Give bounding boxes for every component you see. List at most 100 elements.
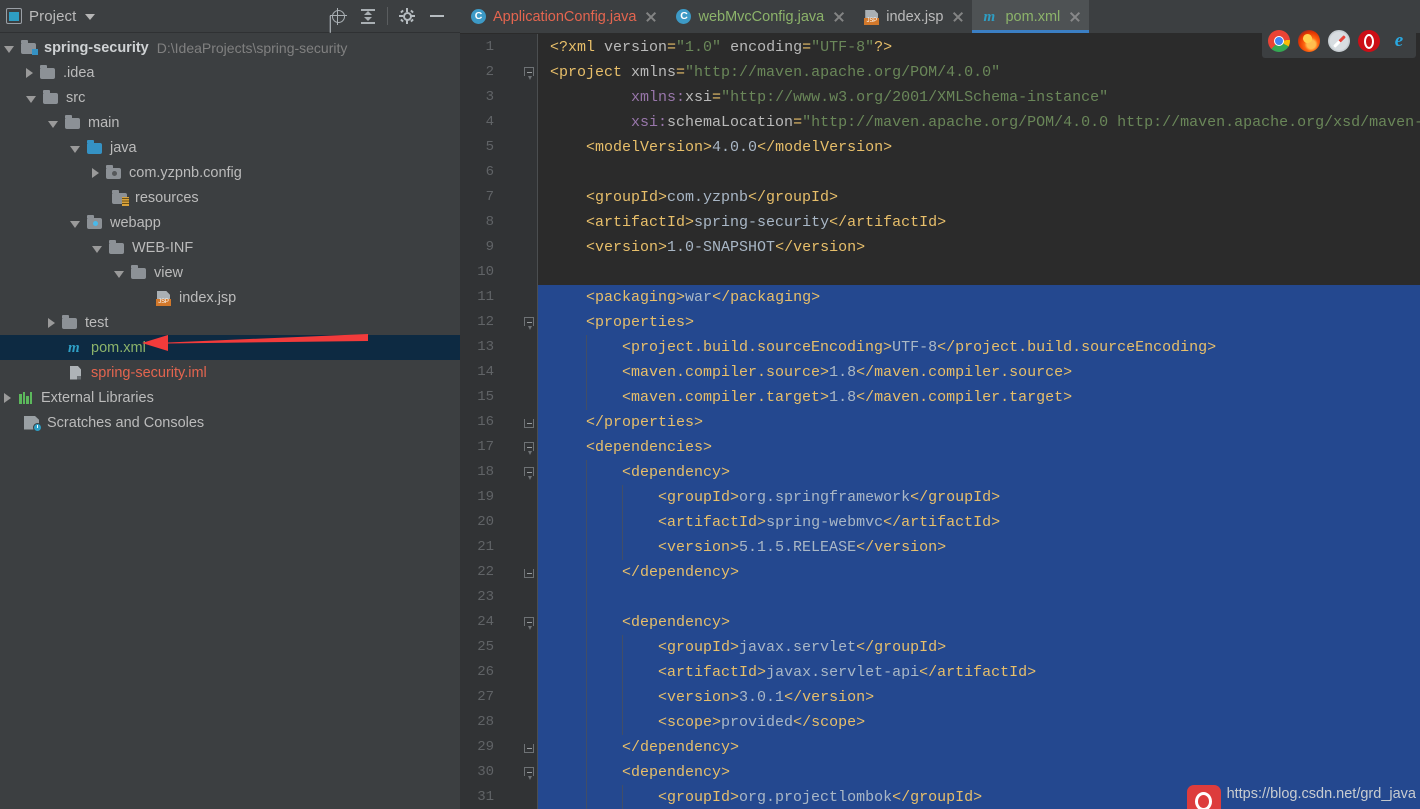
code-line[interactable]: <version>5.1.5.RELEASE</version> xyxy=(538,535,1420,560)
code-line[interactable]: </dependency> xyxy=(538,735,1420,760)
code-line[interactable]: <version>3.0.1</version> xyxy=(538,685,1420,710)
code-line[interactable]: <project xmlns="http://maven.apache.org/… xyxy=(538,60,1420,85)
tree-item-index-jsp[interactable]: JSP index.jsp xyxy=(0,285,460,310)
fold-end-icon[interactable] xyxy=(524,419,534,428)
tree-toggle-expanded-icon[interactable] xyxy=(26,95,36,103)
gutter-line: 12 xyxy=(460,310,538,335)
fold-collapse-icon[interactable] xyxy=(524,467,534,480)
locate-in-tree-button[interactable] xyxy=(323,2,353,30)
code-line[interactable]: <artifactId>spring-security</artifactId> xyxy=(538,210,1420,235)
chevron-down-icon[interactable] xyxy=(85,14,96,20)
code-line[interactable]: <artifactId>javax.servlet-api</artifactI… xyxy=(538,660,1420,685)
safari-icon[interactable] xyxy=(1328,30,1350,52)
fold-collapse-icon[interactable] xyxy=(524,67,534,80)
internet-explorer-icon[interactable]: e xyxy=(1388,30,1410,52)
tree-item-src[interactable]: src xyxy=(0,85,460,110)
code-token-tagname: </groupId> xyxy=(892,789,983,806)
close-icon[interactable] xyxy=(833,11,845,23)
tree-item-java[interactable]: java xyxy=(0,135,460,160)
fold-end-icon[interactable] xyxy=(524,569,534,578)
tree-item-scratches-and-consoles[interactable]: Scratches and Consoles xyxy=(0,410,460,435)
tree-item-test[interactable]: test xyxy=(0,310,460,335)
tree-toggle-collapsed-icon[interactable] xyxy=(92,167,99,178)
code-line[interactable]: </dependency> xyxy=(538,560,1420,585)
code-editor[interactable]: 1 2 3 4 5 6 7 8 9 10 11 12 13 14 15 16 17 18 19 20 21 22 23 24 2… xyxy=(460,34,1420,809)
tree-toggle-collapsed-icon[interactable] xyxy=(48,317,55,328)
tree-item-view[interactable]: view xyxy=(0,260,460,285)
fold-collapse-icon[interactable] xyxy=(524,617,534,630)
tree-item-spring-security-iml[interactable]: spring-security.iml xyxy=(0,360,460,385)
tree-toggle-expanded-icon[interactable] xyxy=(114,270,124,278)
code-line[interactable] xyxy=(538,585,1420,610)
close-icon[interactable] xyxy=(1069,11,1081,23)
code-line[interactable] xyxy=(538,160,1420,185)
close-icon[interactable] xyxy=(952,11,964,23)
firefox-icon[interactable] xyxy=(1298,30,1320,52)
collapse-all-button[interactable] xyxy=(353,2,383,30)
code-line[interactable]: <packaging>war</packaging> xyxy=(538,285,1420,310)
fold-collapse-icon[interactable] xyxy=(524,317,534,330)
code-content[interactable]: <?xml version="1.0" encoding="UTF-8"?> <p… xyxy=(538,34,1420,809)
code-line[interactable]: <dependency> xyxy=(538,760,1420,785)
indent-guide xyxy=(586,710,587,735)
tree-item-external-libraries[interactable]: External Libraries xyxy=(0,385,460,410)
code-line[interactable]: <maven.compiler.source>1.8</maven.compil… xyxy=(538,360,1420,385)
code-line[interactable]: <groupId>javax.servlet</groupId> xyxy=(538,635,1420,660)
fold-end-icon[interactable] xyxy=(524,744,534,753)
code-line[interactable]: <project.build.sourceEncoding>UTF-8</pro… xyxy=(538,335,1420,360)
gutter-line: 2 xyxy=(460,60,538,85)
code-line[interactable] xyxy=(538,260,1420,285)
indent-guide xyxy=(586,560,587,585)
code-token-tagname: <modelVersion> xyxy=(586,139,713,156)
project-tree[interactable]: spring-security D:\IdeaProjects\spring-se… xyxy=(0,33,460,809)
tree-item-com-yzpnb-config[interactable]: com.yzpnb.config xyxy=(0,160,460,185)
editor-tab-applicationconfig-java[interactable]: C ApplicationConfig.java xyxy=(460,0,665,33)
tree-toggle-expanded-icon[interactable] xyxy=(70,220,80,228)
opera-icon[interactable] xyxy=(1358,30,1380,52)
code-line[interactable]: <version>1.0-SNAPSHOT</version> xyxy=(538,235,1420,260)
code-token-tagname: <groupId> xyxy=(658,639,740,656)
tree-item-webapp[interactable]: webapp xyxy=(0,210,460,235)
tree-item-pom-xml[interactable]: m pom.xml xyxy=(0,335,460,360)
webapp-folder-icon xyxy=(86,215,104,231)
code-line[interactable]: </properties> xyxy=(538,410,1420,435)
code-line[interactable]: <scope>provided</scope> xyxy=(538,710,1420,735)
tree-item-idea[interactable]: .idea xyxy=(0,60,460,85)
tree-item-main[interactable]: main xyxy=(0,110,460,135)
tree-item-label: test xyxy=(85,314,109,331)
tree-toggle-expanded-icon[interactable] xyxy=(4,45,14,53)
tree-toggle-expanded-icon[interactable] xyxy=(70,145,80,153)
code-line[interactable]: <dependency> xyxy=(538,610,1420,635)
settings-button[interactable] xyxy=(392,2,422,30)
code-token-tagname: <groupId> xyxy=(586,189,668,206)
code-line[interactable]: <groupId>com.yzpnb</groupId> xyxy=(538,185,1420,210)
gutter-line: 16 xyxy=(460,410,538,435)
tree-item-spring-security[interactable]: spring-security D:\IdeaProjects\spring-se… xyxy=(0,35,460,60)
code-line[interactable]: xmlns:xsi="http://www.w3.org/2001/XMLSch… xyxy=(538,85,1420,110)
fold-collapse-icon[interactable] xyxy=(524,442,534,455)
editor-tab-webmvcconfig-java[interactable]: CwebMvcConfig.java xyxy=(665,0,853,33)
fold-collapse-icon[interactable] xyxy=(524,767,534,780)
editor-tab-pom-xml[interactable]: m pom.xml xyxy=(972,0,1090,33)
tree-item-web-inf[interactable]: WEB-INF xyxy=(0,235,460,260)
tree-toggle-collapsed-icon[interactable] xyxy=(4,392,11,403)
code-line[interactable]: <maven.compiler.target>1.8</maven.compil… xyxy=(538,385,1420,410)
line-number: 25 xyxy=(477,639,494,655)
code-line[interactable]: <dependency> xyxy=(538,460,1420,485)
code-line[interactable]: <groupId>org.springframework</groupId> xyxy=(538,485,1420,510)
tree-toggle-expanded-icon[interactable] xyxy=(48,120,58,128)
code-line[interactable]: <modelVersion>4.0.0</modelVersion> xyxy=(538,135,1420,160)
code-line[interactable]: <artifactId>spring-webmvc</artifactId> xyxy=(538,510,1420,535)
tree-item-resources[interactable]: resources xyxy=(0,185,460,210)
code-line[interactable]: xsi:schemaLocation="http://maven.apache.… xyxy=(538,110,1420,135)
close-icon[interactable] xyxy=(645,11,657,23)
tree-toggle-expanded-icon[interactable] xyxy=(92,245,102,253)
editor-tab-index-jsp[interactable]: JSP index.jsp xyxy=(853,0,972,33)
chrome-icon[interactable] xyxy=(1268,30,1290,52)
tree-toggle-collapsed-icon[interactable] xyxy=(26,67,33,78)
code-line[interactable]: <properties> xyxy=(538,310,1420,335)
line-number-gutter[interactable]: 1 2 3 4 5 6 7 8 9 10 11 12 13 14 15 16 17 18 19 20 21 22 23 24 2… xyxy=(460,34,538,809)
code-line[interactable]: <dependencies> xyxy=(538,435,1420,460)
hide-panel-button[interactable] xyxy=(422,2,452,30)
